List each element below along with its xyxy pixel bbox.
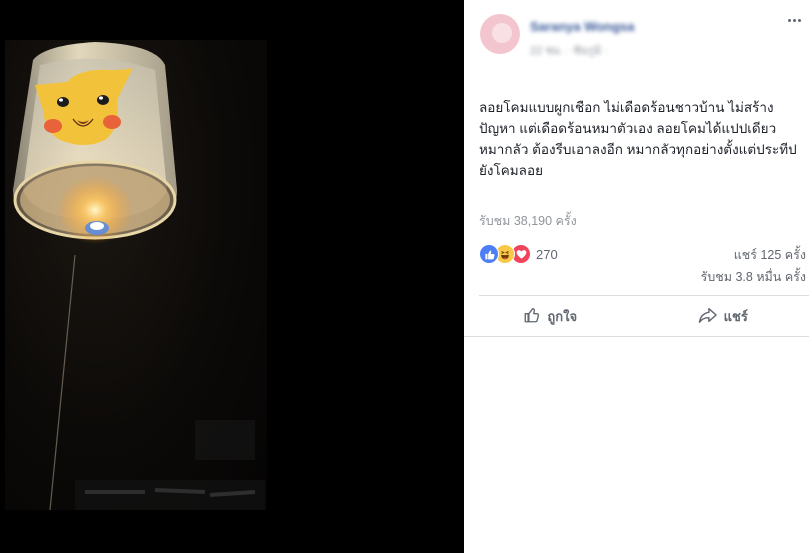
like-icon: [479, 244, 499, 264]
more-options-icon[interactable]: [783, 13, 805, 27]
post-text: ลอยโคมแบบผูกเชือก ไม่เดือดร้อนชาวบ้าน ไม…: [479, 100, 797, 178]
video-player[interactable]: [0, 0, 464, 553]
view-count-short: รับชม 3.8 หมื่น ครั้ง: [700, 270, 806, 284]
action-bar: ถูกใจ แชร์: [464, 296, 809, 336]
divider: [464, 336, 809, 337]
share-button-label: แชร์: [723, 308, 748, 324]
reactions-summary[interactable]: 270: [479, 244, 558, 264]
share-button[interactable]: แชร์: [637, 296, 809, 336]
share-arrow-icon: [698, 306, 718, 327]
view-count-total: รับชม 38,190 ครั้ง: [479, 214, 577, 228]
post-meta[interactable]: 22 ชม. · ชัยภูมิ ·: [530, 41, 608, 59]
reaction-count: 270: [536, 246, 558, 262]
lantern-image: [13, 42, 265, 510]
like-button[interactable]: ถูกใจ: [464, 296, 637, 336]
post-panel: Saranya Wongsa 22 ชม. · ชัยภูมิ · ลอยโคม…: [464, 0, 809, 553]
like-button-label: ถูกใจ: [547, 308, 578, 324]
avatar[interactable]: [480, 14, 520, 54]
share-count[interactable]: แชร์ 125 ครั้ง: [734, 245, 806, 265]
author-name[interactable]: Saranya Wongsa: [530, 19, 635, 34]
video-frame[interactable]: [5, 40, 267, 510]
thumbs-up-icon: [523, 306, 541, 327]
